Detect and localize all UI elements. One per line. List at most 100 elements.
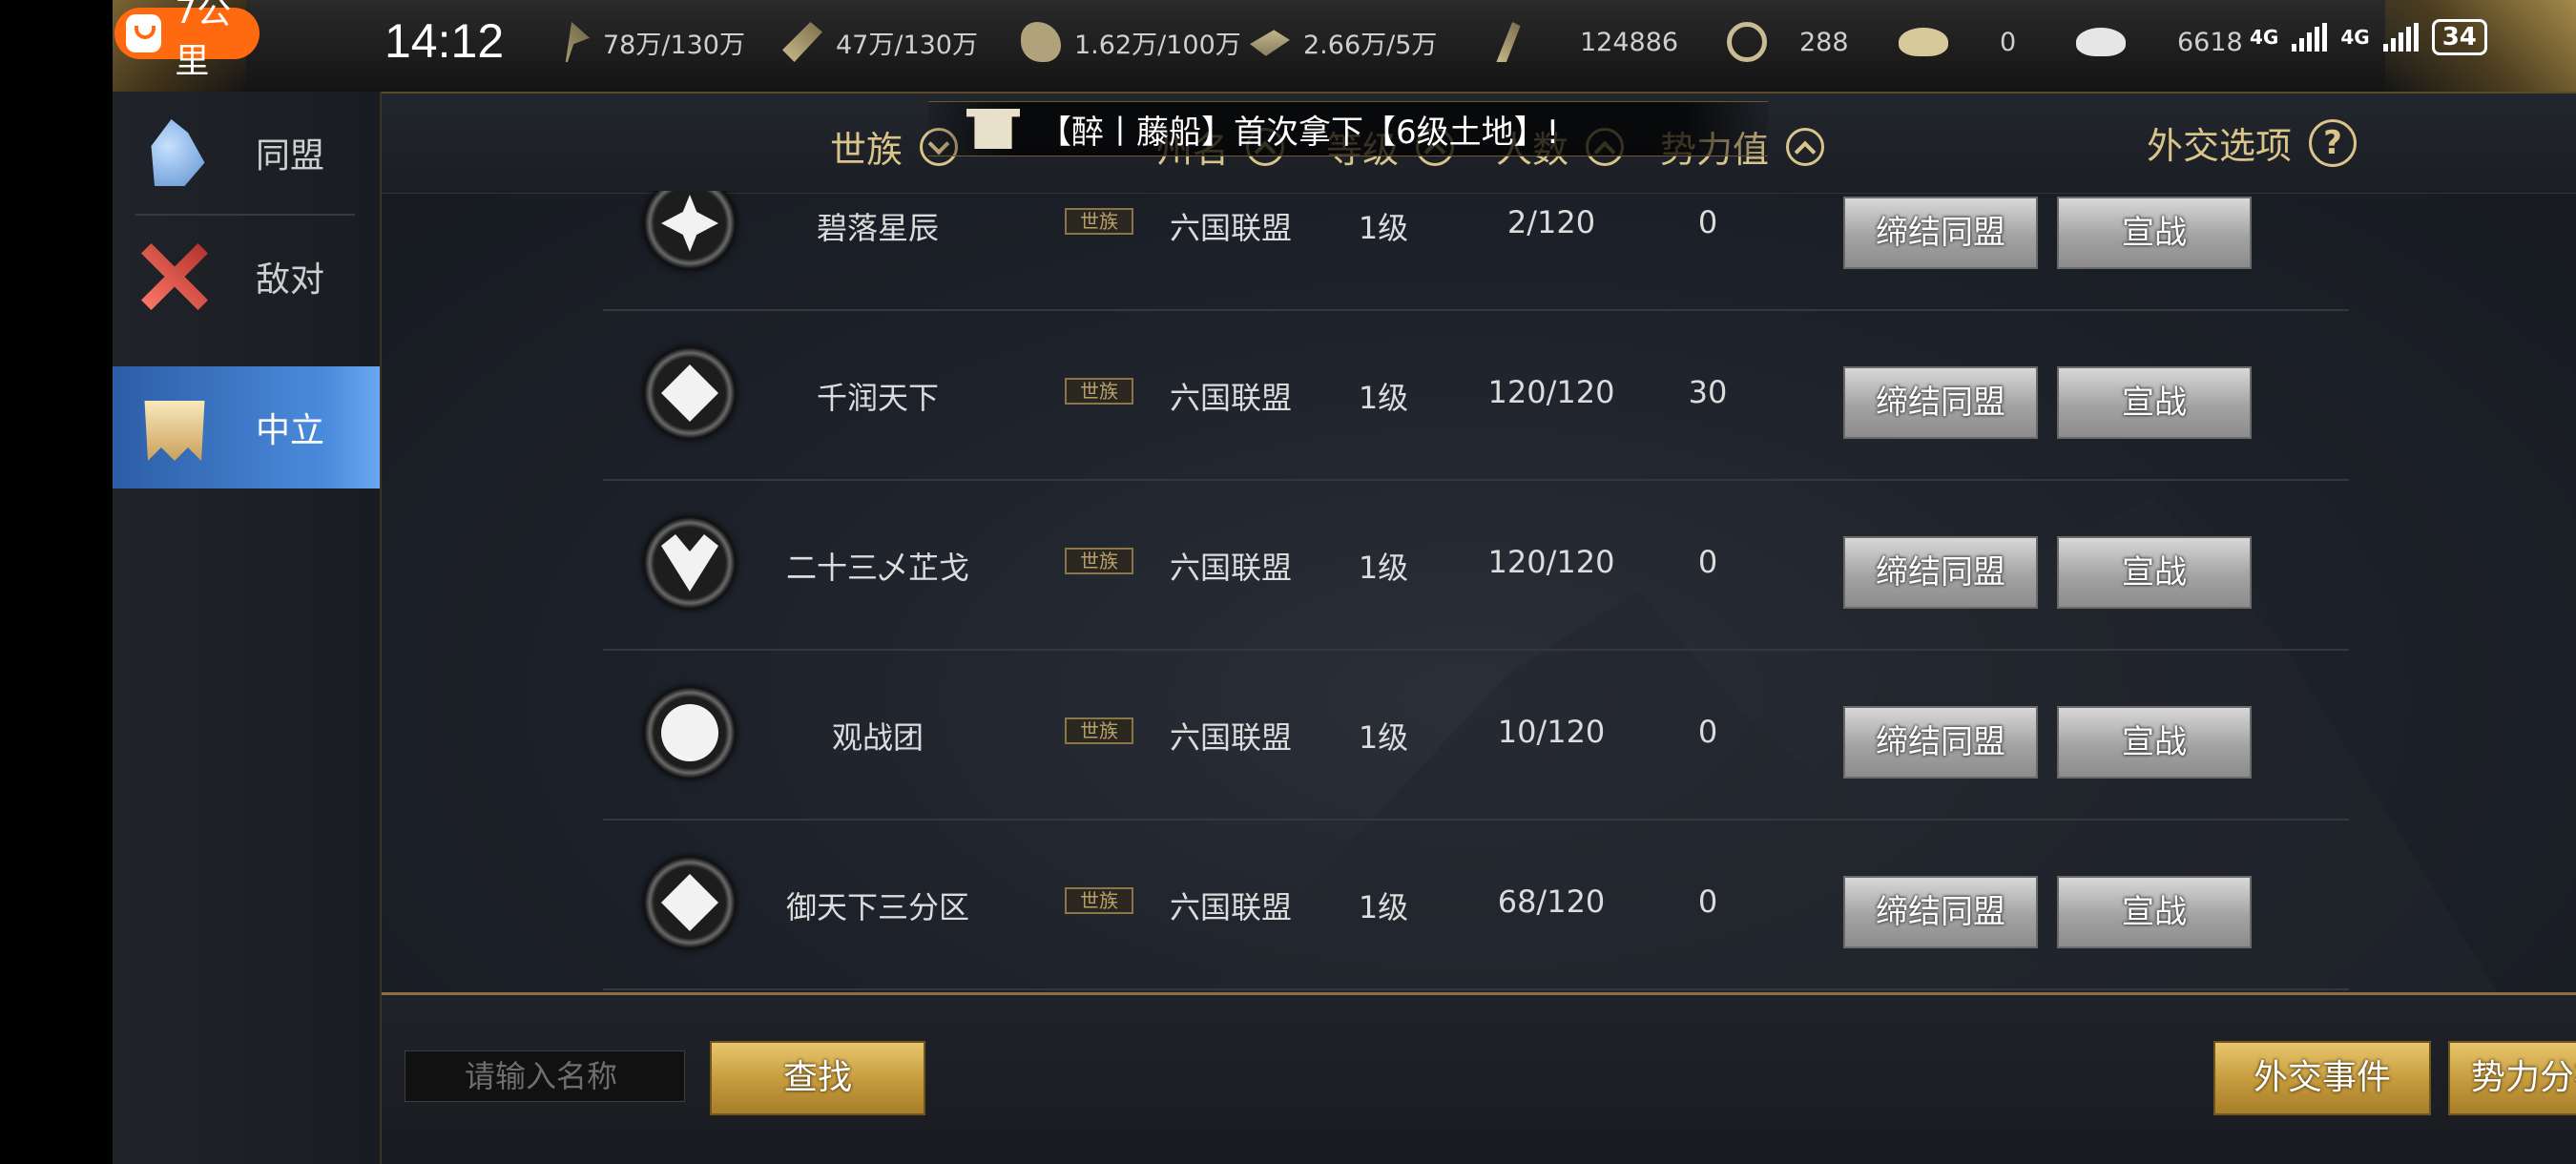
- power-value: 0: [1697, 883, 1718, 920]
- help-icon[interactable]: ?: [2309, 118, 2358, 167]
- resource-value: 1.62万/100万: [1074, 30, 1241, 60]
- flower-emblem-icon: [661, 195, 718, 252]
- declare-war-button[interactable]: 宣战: [2057, 197, 2252, 269]
- declare-war-button[interactable]: 宣战: [2057, 366, 2252, 439]
- sidebar-item-alliance[interactable]: 同盟: [113, 92, 380, 214]
- power-value: 0: [1697, 204, 1718, 240]
- resource-value: 124886: [1580, 27, 1679, 57]
- resource-grain[interactable]: 78万/130万: [550, 19, 745, 65]
- ride-status-pill[interactable]: 7公里: [114, 0, 260, 81]
- banner-icon: [144, 401, 205, 461]
- table-row: 千润天下 世族 六国联盟 1级 120/120 30 缔结同盟 宣战: [382, 311, 2576, 481]
- clan-emblem: [644, 347, 736, 439]
- clan-name: 二十三乄芷戈: [785, 550, 969, 586]
- knot-emblem-icon: [661, 364, 718, 422]
- clan-tag: 世族: [1065, 378, 1133, 405]
- clan-level: 1级: [1358, 719, 1409, 756]
- resource-gold[interactable]: 0: [1899, 19, 2016, 65]
- clock: 14:12: [384, 14, 505, 68]
- sort-up-icon[interactable]: [1786, 127, 1825, 166]
- clan-name: 观战团: [831, 719, 924, 756]
- clan-emblem: [644, 517, 736, 609]
- resource-stone[interactable]: 1.62万/100万: [1021, 19, 1241, 65]
- resource-value: 288: [1799, 27, 1849, 57]
- header-diplomacy: 外交选项 ?: [2147, 116, 2358, 169]
- clan-tag: 世族: [1065, 548, 1133, 574]
- resource-wood[interactable]: 47万/130万: [782, 19, 978, 65]
- member-count: 120/120: [1487, 374, 1615, 410]
- resource-value: 78万/130万: [603, 30, 745, 60]
- diplomacy-sidebar: 同盟 敌对 中立: [113, 92, 382, 1164]
- clan-tag: 世族: [1065, 208, 1133, 235]
- signal-bars-icon: [2292, 23, 2328, 52]
- seal-emblem-icon: [661, 704, 718, 761]
- power-value: 0: [1697, 544, 1718, 580]
- resource-value: 0: [2000, 27, 2017, 57]
- state-name: 六国联盟: [1169, 889, 1292, 925]
- clan-name: 碧落星辰: [816, 210, 939, 246]
- member-count: 120/120: [1487, 544, 1615, 580]
- form-alliance-button[interactable]: 缔结同盟: [1843, 536, 2038, 609]
- power-value: 0: [1697, 714, 1718, 750]
- silver-ingot-icon: [2076, 28, 2126, 56]
- coin-icon: [1727, 22, 1767, 62]
- clan-emblem: [644, 191, 736, 269]
- state-name: 六国联盟: [1169, 550, 1292, 586]
- game-screen: 14:12 78万/130万 47万/130万 1.62万/100万 2.66万…: [113, 0, 2576, 1164]
- member-count: 10/120: [1497, 714, 1606, 750]
- signal-bars-icon: [2382, 23, 2419, 52]
- resource-order[interactable]: 124886: [1488, 19, 1678, 65]
- clan-tag: 世族: [1065, 887, 1133, 914]
- crossed-swords-icon: [141, 243, 208, 310]
- announcement-text: 【醉丨藤船】首次拿下【6级土地】!: [1039, 113, 1560, 152]
- table-row: 二十三乄芷戈 世族 六国联盟 1级 120/120 0 缔结同盟 宣战: [382, 481, 2576, 651]
- clan-level: 1级: [1358, 889, 1409, 925]
- search-input[interactable]: [405, 1050, 685, 1102]
- gate-icon: [966, 109, 1020, 149]
- alliance-icon: [151, 119, 205, 186]
- sidebar-item-hostile[interactable]: 敌对: [113, 216, 380, 338]
- table-row: 御天下三分区 世族 六国联盟 1级 68/120 0 缔结同盟 宣战: [382, 821, 2576, 990]
- state-name: 六国联盟: [1169, 719, 1292, 756]
- table-row: 碧落星辰 世族 六国联盟 1级 2/120 0 缔结同盟 宣战: [382, 191, 2576, 311]
- clan-list: 碧落星辰 世族 六国联盟 1级 2/120 0 缔结同盟 宣战 千润天下 世族 …: [382, 191, 2576, 992]
- resource-coin[interactable]: 288: [1727, 19, 1849, 65]
- diplomacy-events-button[interactable]: 外交事件: [2213, 1041, 2431, 1115]
- clan-emblem: [644, 857, 736, 948]
- declare-war-button[interactable]: 宣战: [2057, 876, 2252, 948]
- phone-status: 4G 4G 34: [2250, 19, 2487, 55]
- clan-level: 1级: [1358, 550, 1409, 586]
- knot-emblem-icon: [661, 874, 718, 931]
- state-name: 六国联盟: [1169, 380, 1292, 416]
- row-divider: [603, 988, 2349, 990]
- search-button[interactable]: 查找: [710, 1041, 925, 1115]
- bottom-toolbar: 查找 外交事件 势力分布图: [382, 992, 2576, 1164]
- battery-indicator: 34: [2431, 19, 2487, 55]
- header-label: 世族: [830, 129, 904, 171]
- power-value: 30: [1688, 374, 1728, 410]
- form-alliance-button[interactable]: 缔结同盟: [1843, 706, 2038, 779]
- form-alliance-button[interactable]: 缔结同盟: [1843, 366, 2038, 439]
- clan-level: 1级: [1358, 210, 1409, 246]
- form-alliance-button[interactable]: 缔结同盟: [1843, 876, 2038, 948]
- iron-icon: [1250, 30, 1290, 56]
- resource-value: 2.66万/5万: [1303, 30, 1438, 60]
- clan-level: 1级: [1358, 380, 1409, 416]
- grain-icon: [565, 22, 590, 62]
- declare-war-button[interactable]: 宣战: [2057, 536, 2252, 609]
- power-map-button[interactable]: 势力分布图: [2448, 1041, 2576, 1115]
- resource-silver[interactable]: 6618: [2076, 19, 2243, 65]
- sidebar-item-label: 中立: [256, 411, 325, 450]
- form-alliance-button[interactable]: 缔结同盟: [1843, 197, 2038, 269]
- resource-bar: 14:12 78万/130万 47万/130万 1.62万/100万 2.66万…: [113, 0, 2576, 94]
- wood-icon: [782, 22, 822, 62]
- resource-value: 47万/130万: [836, 30, 978, 60]
- sidebar-item-neutral[interactable]: 中立: [113, 366, 380, 488]
- ride-app-icon: [126, 14, 162, 52]
- order-icon: [1496, 22, 1521, 62]
- resource-value: 6618: [2177, 27, 2243, 57]
- state-name: 六国联盟: [1169, 210, 1292, 246]
- resource-iron[interactable]: 2.66万/5万: [1250, 19, 1437, 65]
- declare-war-button[interactable]: 宣战: [2057, 706, 2252, 779]
- sidebar-item-label: 同盟: [256, 136, 325, 176]
